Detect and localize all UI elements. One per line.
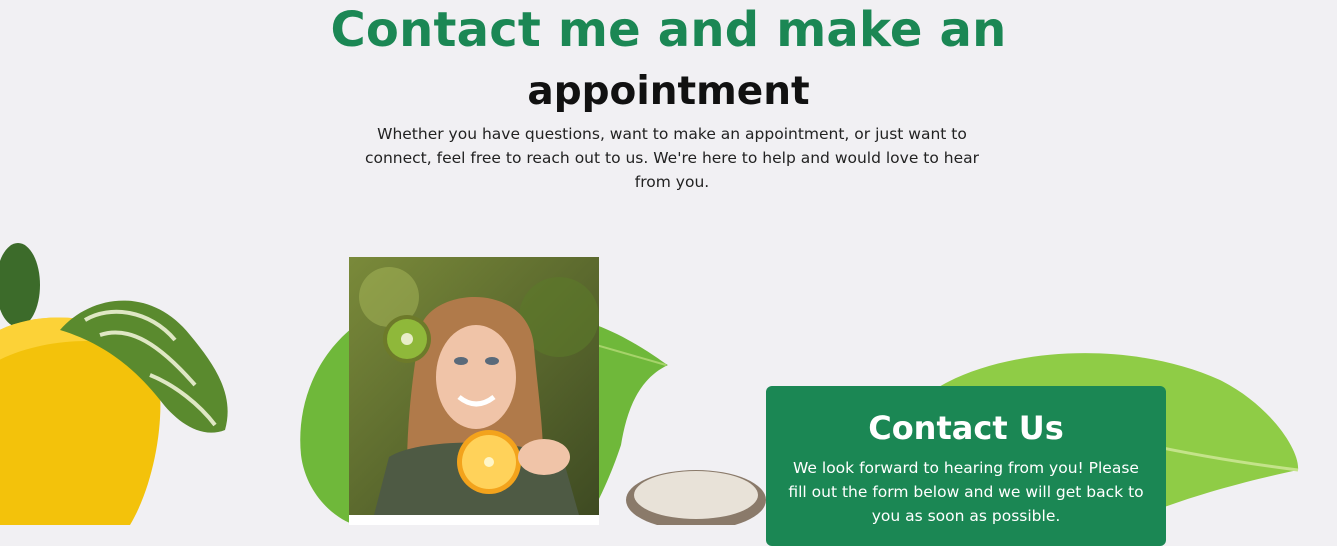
bowl-image bbox=[626, 470, 766, 525]
yellow-squash-image bbox=[0, 243, 228, 525]
portrait-photo bbox=[349, 257, 599, 515]
contact-card-text: We look forward to hearing from you! Ple… bbox=[788, 459, 1144, 525]
page-title: Contact me and make an bbox=[330, 2, 1007, 58]
portrait-caption-area bbox=[349, 515, 599, 525]
contact-card-title: Contact Us bbox=[868, 409, 1064, 447]
page-subtitle: appointment bbox=[527, 69, 810, 114]
intro-text: Whether you have questions, want to make… bbox=[364, 125, 980, 191]
contact-card: Contact Us We look forward to hearing fr… bbox=[766, 386, 1166, 546]
